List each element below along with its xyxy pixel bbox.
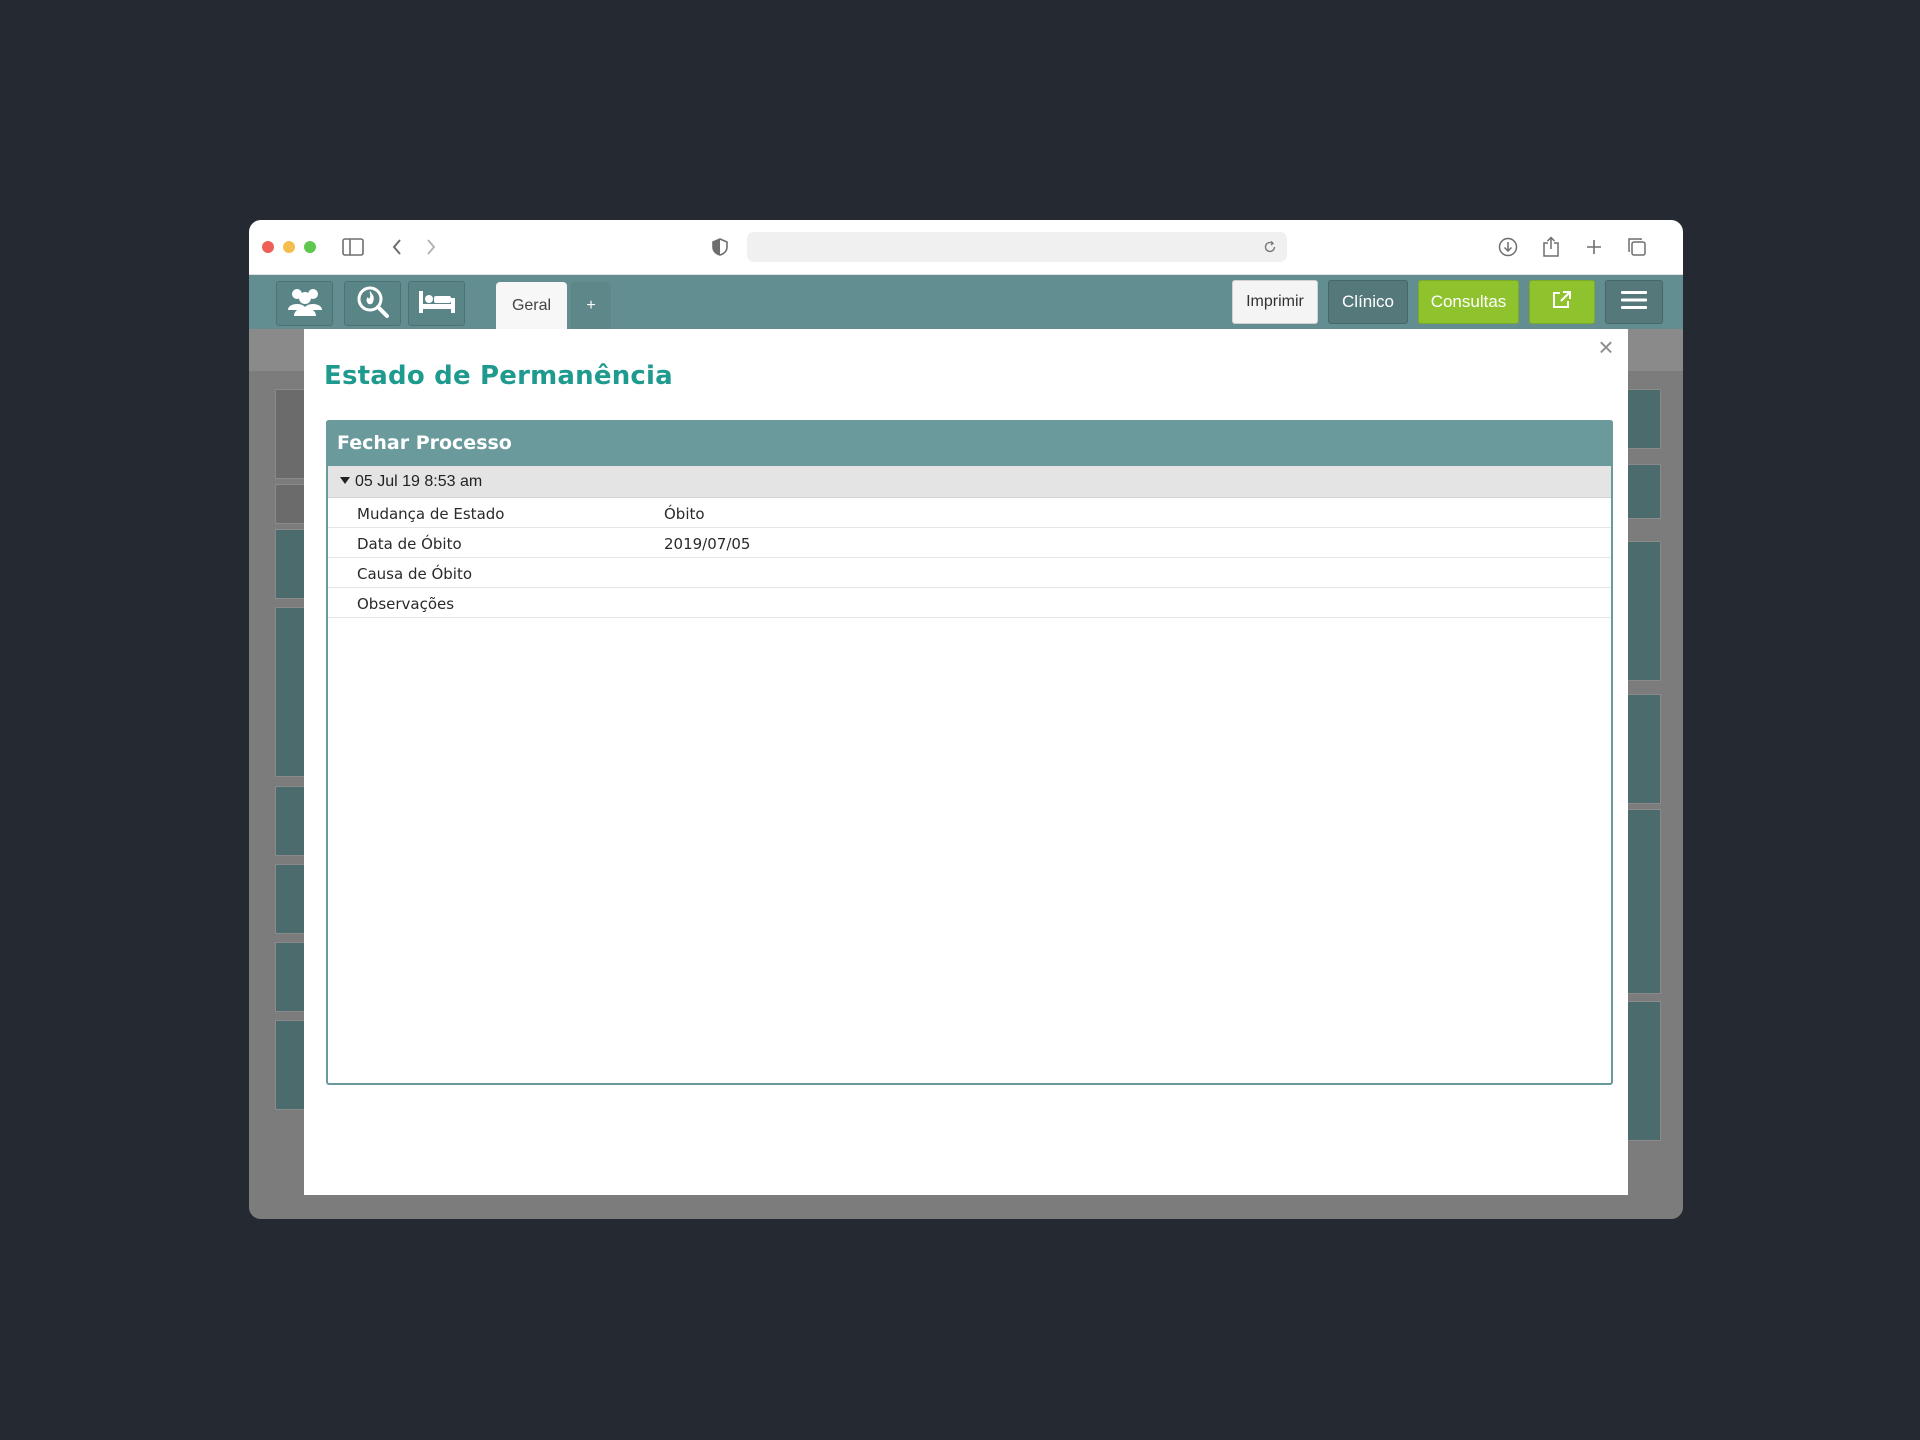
tab-overview-icon[interactable] bbox=[1622, 234, 1652, 260]
row-label: Data de Óbito bbox=[357, 535, 462, 553]
new-tab-icon[interactable] bbox=[1579, 234, 1609, 260]
privacy-shield-icon[interactable] bbox=[705, 234, 735, 260]
browser-window: Geral + Imprimir Clínico Consultas × Est… bbox=[249, 220, 1683, 1219]
add-tab-button[interactable]: + bbox=[571, 282, 611, 329]
bed-icon bbox=[417, 288, 457, 320]
close-window-button[interactable] bbox=[262, 241, 274, 253]
row-label: Observações bbox=[357, 595, 455, 613]
row-label: Causa de Óbito bbox=[357, 565, 473, 583]
search-button[interactable] bbox=[344, 281, 401, 326]
panel-title: Fechar Processo bbox=[326, 420, 1613, 466]
clinical-button[interactable]: Clínico bbox=[1328, 280, 1408, 324]
group-header-row[interactable]: 05 Jul 19 8:53 am bbox=[328, 466, 1611, 498]
app-header: Geral + Imprimir Clínico Consultas bbox=[249, 275, 1683, 329]
search-flame-icon bbox=[356, 285, 390, 323]
browser-toolbar bbox=[249, 220, 1683, 275]
tab-geral-label: Geral bbox=[511, 296, 552, 314]
patients-button[interactable] bbox=[276, 281, 333, 326]
tab-geral[interactable]: Geral bbox=[496, 282, 567, 329]
close-process-panel: Fechar Processo 05 Jul 19 8:53 am Mudanç… bbox=[326, 420, 1613, 1085]
menu-button[interactable] bbox=[1605, 280, 1663, 324]
bg-card bbox=[1625, 464, 1661, 519]
sidebar-toggle-icon[interactable] bbox=[338, 234, 368, 260]
external-link-button[interactable] bbox=[1529, 280, 1595, 324]
appointments-button-label: Consultas bbox=[1430, 292, 1507, 311]
table-row: Observações bbox=[328, 588, 1611, 618]
row-value: 2019/07/05 bbox=[664, 535, 751, 553]
table-row: Data de Óbito 2019/07/05 bbox=[328, 528, 1611, 558]
close-dialog-button[interactable]: × bbox=[1594, 334, 1618, 360]
forward-icon[interactable] bbox=[416, 234, 446, 260]
table-row: Mudança de Estado Óbito bbox=[328, 498, 1611, 528]
beds-button[interactable] bbox=[408, 281, 465, 326]
share-icon[interactable] bbox=[1536, 234, 1566, 260]
dialog-title: Estado de Permanência bbox=[324, 361, 673, 391]
row-label: Mudança de Estado bbox=[357, 505, 505, 523]
bg-card bbox=[1625, 541, 1661, 681]
clinical-button-label: Clínico bbox=[1342, 292, 1394, 311]
bg-card bbox=[1625, 389, 1661, 449]
address-bar[interactable] bbox=[747, 232, 1287, 262]
add-tab-label: + bbox=[586, 296, 596, 314]
appointments-button[interactable]: Consultas bbox=[1418, 280, 1519, 324]
downloads-icon[interactable] bbox=[1493, 234, 1523, 260]
row-value: Óbito bbox=[664, 505, 705, 523]
external-link-icon bbox=[1551, 290, 1573, 315]
print-button[interactable]: Imprimir bbox=[1232, 280, 1318, 324]
minimize-window-button[interactable] bbox=[283, 241, 295, 253]
group-header-date: 05 Jul 19 8:53 am bbox=[355, 473, 483, 490]
patients-icon bbox=[285, 286, 325, 322]
bg-card bbox=[1625, 694, 1661, 804]
bg-card bbox=[1625, 809, 1661, 994]
zoom-window-button[interactable] bbox=[304, 241, 316, 253]
permanence-status-dialog: × Estado de Permanência Fechar Processo … bbox=[304, 329, 1628, 1195]
caret-down-icon bbox=[340, 477, 350, 484]
bg-card bbox=[1625, 1001, 1661, 1141]
hamburger-menu-icon bbox=[1621, 290, 1647, 315]
print-button-label: Imprimir bbox=[1246, 293, 1304, 310]
back-icon[interactable] bbox=[382, 234, 412, 260]
reload-icon[interactable] bbox=[1259, 236, 1281, 258]
table-row: Causa de Óbito bbox=[328, 558, 1611, 588]
